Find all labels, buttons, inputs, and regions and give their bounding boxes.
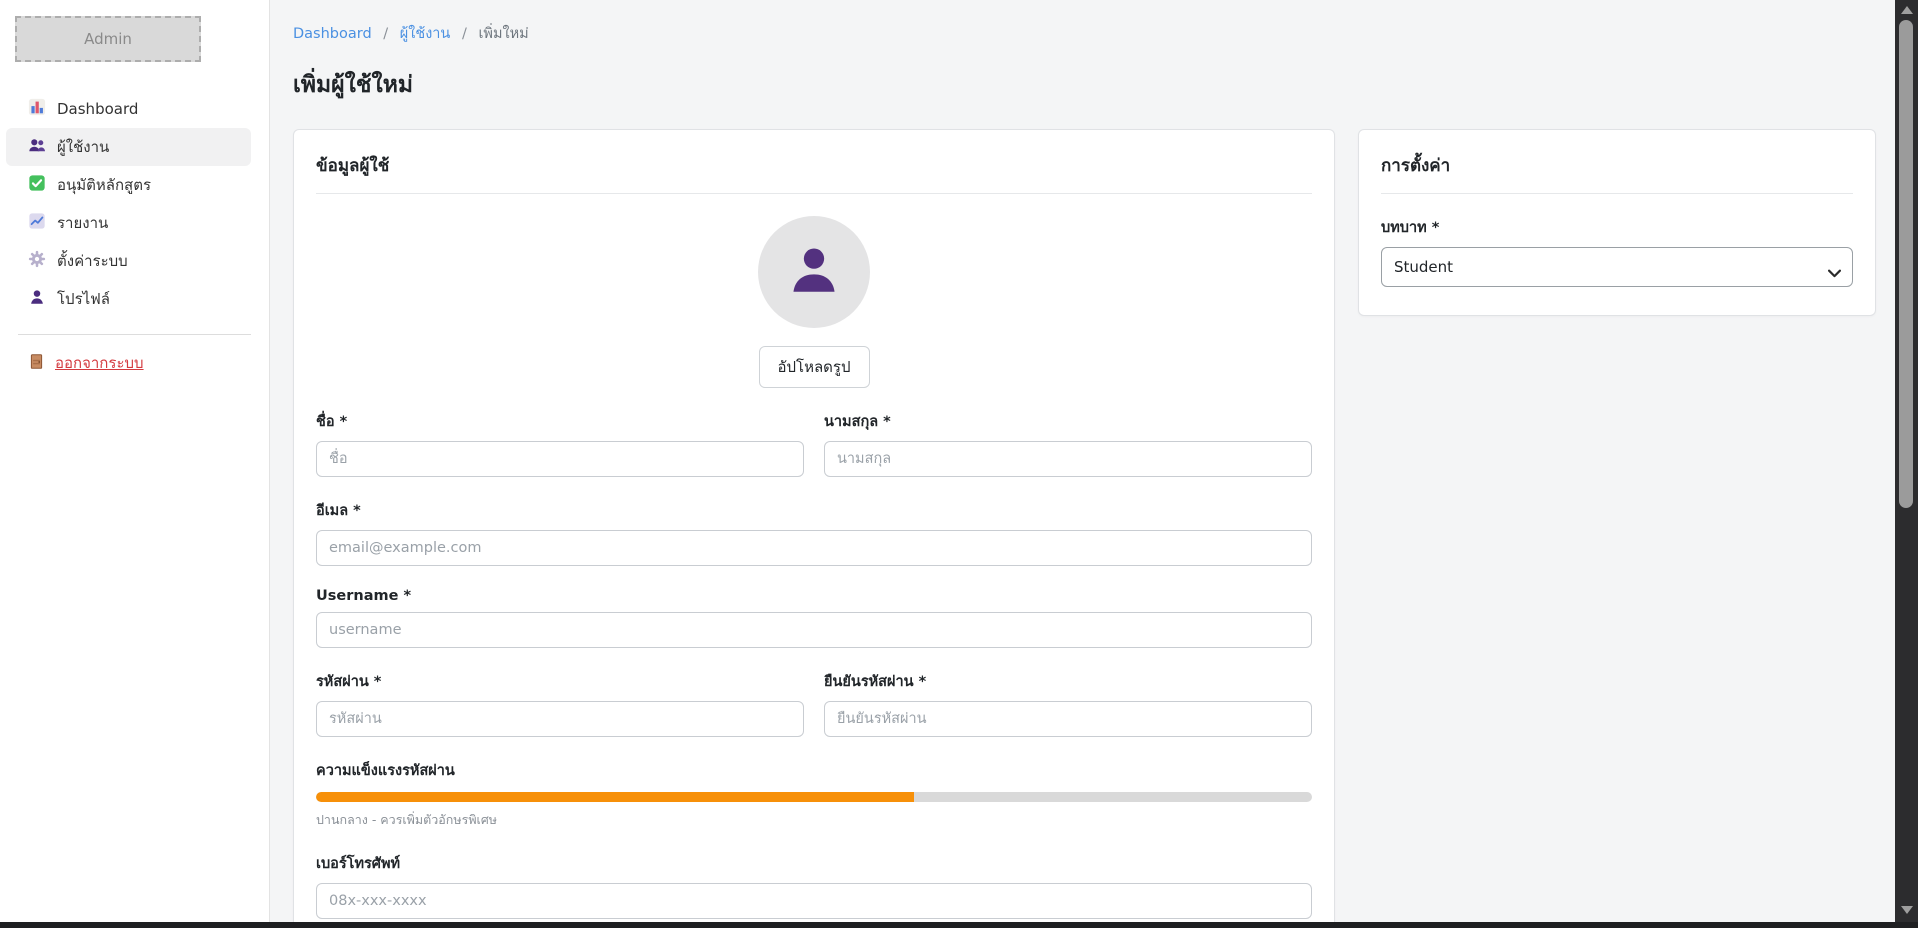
sidebar-item-label: โปรไฟล์	[57, 287, 110, 311]
sidebar-item-system-settings[interactable]: ตั้งค่าระบบ	[6, 242, 251, 280]
content-row: ข้อมูลผู้ใช้ อัปโหลดรูป ชื	[293, 129, 1878, 922]
line-chart-icon	[28, 212, 46, 234]
last-name-group: นามสกุล *	[824, 410, 1312, 477]
sidebar-item-label: Dashboard	[57, 100, 138, 118]
username-label: Username *	[316, 588, 1312, 604]
role-label: บทบาท *	[1381, 216, 1853, 239]
scrollbar-down-arrow-icon[interactable]	[1901, 906, 1913, 914]
password-strength-track	[316, 792, 1312, 802]
door-icon	[28, 353, 45, 374]
sidebar-item-label: ผู้ใช้งาน	[57, 135, 109, 159]
email-group: อีเมล *	[316, 499, 1312, 566]
sidebar-logo-text: Admin	[84, 30, 132, 48]
name-row: ชื่อ * นามสกุล *	[316, 410, 1312, 477]
password-field[interactable]	[316, 701, 804, 737]
username-field[interactable]	[316, 612, 1312, 648]
sidebar-item-profile[interactable]: โปรไฟล์	[6, 280, 251, 318]
password-strength-label: ความแข็งแรงรหัสผ่าน	[316, 759, 1312, 782]
main-content: Dashboard / ผู้ใช้งาน / เพิ่มใหม่ เพิ่มผ…	[270, 0, 1895, 922]
scrollbar-up-arrow-icon[interactable]	[1901, 6, 1913, 14]
user-info-card-title: ข้อมูลผู้ใช้	[316, 152, 1312, 194]
role-select-wrap: Student	[1381, 247, 1853, 287]
scrollbar-thumb[interactable]	[1899, 20, 1913, 508]
bar-chart-icon	[28, 98, 46, 120]
sidebar-item-dashboard[interactable]: Dashboard	[6, 90, 251, 128]
sidebar-item-label: อนุมัติหลักสูตร	[57, 173, 151, 197]
last-name-field[interactable]	[824, 441, 1312, 477]
logout-label: ออกจากระบบ	[55, 351, 144, 375]
first-name-label: ชื่อ *	[316, 410, 804, 433]
logout-link[interactable]: ออกจากระบบ	[0, 351, 269, 375]
page-title: เพิ่มผู้ใช้ใหม่	[293, 67, 1878, 103]
check-square-icon	[28, 174, 46, 196]
breadcrumb-separator: /	[462, 26, 467, 42]
breadcrumb-separator: /	[383, 26, 388, 42]
phone-group: เบอร์โทรศัพท์	[316, 852, 1312, 919]
phone-label: เบอร์โทรศัพท์	[316, 852, 1312, 875]
password-label: รหัสผ่าน *	[316, 670, 804, 693]
sidebar-logo-placeholder: Admin	[15, 16, 201, 62]
password-row: รหัสผ่าน * ยืนยันรหัสผ่าน *	[316, 670, 1312, 737]
phone-field[interactable]	[316, 883, 1312, 919]
vertical-scrollbar[interactable]	[1895, 0, 1918, 922]
password-strength-fill	[316, 792, 914, 802]
sidebar-divider	[18, 334, 251, 335]
person-silhouette-icon	[785, 241, 843, 303]
sidebar-item-reports[interactable]: รายงาน	[6, 204, 251, 242]
last-name-label: นามสกุล *	[824, 410, 1312, 433]
sidebar-item-label: รายงาน	[57, 211, 108, 235]
avatar-section: อัปโหลดรูป	[316, 216, 1312, 388]
users-icon	[28, 136, 46, 158]
app-window: Admin Dashboard	[0, 0, 1918, 922]
confirm-password-field[interactable]	[824, 701, 1312, 737]
confirm-password-group: ยืนยันรหัสผ่าน *	[824, 670, 1312, 737]
first-name-group: ชื่อ *	[316, 410, 804, 477]
sidebar-item-label: ตั้งค่าระบบ	[57, 249, 128, 273]
username-group: Username *	[316, 588, 1312, 648]
sidebar: Admin Dashboard	[0, 0, 270, 922]
password-group: รหัสผ่าน *	[316, 670, 804, 737]
email-label: อีเมล *	[316, 499, 1312, 522]
sidebar-nav: Dashboard ผู้ใช้งาน	[0, 90, 269, 318]
avatar	[758, 216, 870, 328]
password-strength-section: ความแข็งแรงรหัสผ่าน ปานกลาง - ควรเพิ่มตั…	[316, 759, 1312, 830]
user-info-card: ข้อมูลผู้ใช้ อัปโหลดรูป ชื	[293, 129, 1335, 922]
person-icon	[28, 288, 46, 310]
breadcrumb-link-dashboard[interactable]: Dashboard	[293, 26, 372, 42]
password-strength-hint: ปานกลาง - ควรเพิ่มตัวอักษรพิเศษ	[316, 810, 1312, 830]
breadcrumb-link-users[interactable]: ผู้ใช้งาน	[400, 26, 451, 42]
role-select[interactable]: Student	[1381, 247, 1853, 287]
first-name-field[interactable]	[316, 441, 804, 477]
sidebar-item-users[interactable]: ผู้ใช้งาน	[6, 128, 251, 166]
breadcrumb-current: เพิ่มใหม่	[478, 26, 528, 42]
gear-icon	[28, 250, 46, 272]
upload-photo-button[interactable]: อัปโหลดรูป	[759, 346, 870, 388]
confirm-password-label: ยืนยันรหัสผ่าน *	[824, 670, 1312, 693]
settings-card: การตั้งค่า บทบาท * Student	[1358, 129, 1876, 316]
sidebar-item-course-approval[interactable]: อนุมัติหลักสูตร	[6, 166, 251, 204]
settings-card-title: การตั้งค่า	[1381, 152, 1853, 194]
email-field[interactable]	[316, 530, 1312, 566]
breadcrumb: Dashboard / ผู้ใช้งาน / เพิ่มใหม่	[293, 22, 1878, 45]
window-bottom-edge	[0, 922, 1918, 928]
